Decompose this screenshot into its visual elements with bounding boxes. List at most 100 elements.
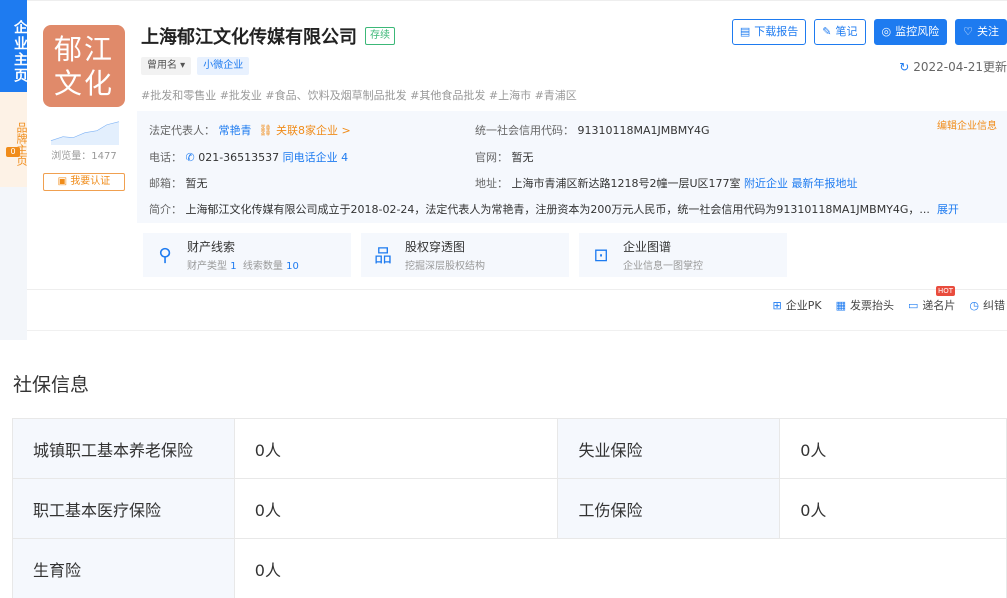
website-value: 暂无 (511, 151, 534, 164)
cell-label: 职工基本医疗保险 (12, 478, 235, 539)
legal-rep-link[interactable]: 常艳青 (219, 124, 252, 137)
notes-label: 笔记 (835, 25, 858, 38)
chevron-down-icon: ▾ (177, 60, 186, 71)
email-row: 邮箱： 暂无 (149, 175, 208, 191)
card-label: 递名片 (922, 299, 956, 312)
feature-equity-title: 股权穿透图 (405, 240, 466, 254)
hot-badge: HOT (935, 286, 956, 296)
invoice-button[interactable]: ▦ 发票抬头 (836, 297, 894, 313)
tab-brand-home[interactable]: 品牌主页 0 (0, 92, 28, 187)
feature-equity[interactable]: 品 股权穿透图 挖掘深层股权结构 (361, 233, 569, 277)
monitor-risk-label: 监控风险 (895, 25, 940, 38)
refresh-icon: ↻ (899, 60, 910, 74)
compare-icon: ⊞ (772, 298, 782, 312)
feature-assets-sub: 财产类型 1 线索数量 10 (187, 261, 299, 272)
social-insurance-table: 城镇职工基本养老保险 0人 失业保险 0人 职工基本医疗保险 0人 工伤保险 0… (12, 418, 1007, 598)
status-badge: 存续 (365, 27, 395, 45)
graph-icon: ⊡ (593, 244, 609, 266)
related-companies-link[interactable]: 关联8家企业 > (276, 124, 351, 137)
feature-assets[interactable]: ⚲ 财产线索 财产类型 1 线索数量 10 (143, 233, 351, 277)
table-row: 生育险 0人 (12, 538, 1007, 598)
follow-button[interactable]: ♡ 关注 (955, 19, 1007, 45)
tag-row: 曾用名 ▾ 小微企业 (141, 57, 250, 75)
header-actions: ▤ 下载报告 ✎ 笔记 ◎ 监控风险 ♡ 关注 (731, 19, 1007, 45)
address-row: 地址： 上海市青浦区新达路1218号2幢一层U区177室 附近企业 最新年报地址 (475, 175, 858, 191)
side-tabs: 企业主页 品牌主页 0 (0, 0, 28, 340)
heart-icon: ♡ (963, 25, 973, 38)
download-report-button[interactable]: ▤ 下载报告 (731, 19, 807, 45)
views-trend-chart (50, 121, 120, 145)
cell-value: 0人 (779, 418, 1007, 479)
cell-value: 0人 (233, 418, 559, 479)
feature-assets-title: 财产线索 (187, 240, 236, 254)
action-toolbar: ⊞ 企业PK ▦ 发票抬头 ▭ 递名片 HOT ◷ 纠错 (773, 286, 1005, 313)
industry-tags: #批发和零售业 #批发业 #食品、饮料及烟草制品批发 #其他食品批发 #上海市 … (141, 89, 577, 102)
former-name-dropdown[interactable]: 曾用名 ▾ (141, 57, 192, 75)
network-icon: ⛓ (258, 124, 273, 137)
website-key: 官网： (475, 151, 508, 164)
pk-button[interactable]: ⊞ 企业PK (773, 297, 822, 313)
email-key: 邮箱： (149, 177, 182, 190)
website-row: 官网： 暂无 (475, 149, 534, 165)
company-logo: 郁江文化 (43, 25, 125, 107)
edit-info-link[interactable]: 编辑企业信息 (937, 117, 997, 132)
cell-value: 0人 (779, 478, 1007, 539)
feature-graph-sub: 企业信息一图掌控 (623, 261, 703, 272)
claim-label: 我要认证 (70, 176, 111, 187)
claim-button[interactable]: ▣ 我要认证 (43, 173, 125, 191)
invoice-label: 发票抬头 (849, 299, 894, 312)
phone-icon: ✆ (185, 151, 195, 164)
basic-info-panel: 编辑企业信息 法定代表人： 常艳青 ⛓ 关联8家企业 > 统一社会信用代码： 9… (137, 111, 1007, 223)
address-key: 地址： (475, 177, 508, 190)
clue-icon: ⚲ (158, 244, 172, 266)
nearby-link[interactable]: 附近企业 (744, 177, 788, 190)
follow-label: 关注 (977, 25, 999, 38)
expand-link[interactable]: 展开 (937, 203, 959, 216)
card-bottom-line (27, 330, 1007, 331)
pk-label: 企业PK (785, 299, 822, 312)
document-icon: ▤ (739, 25, 751, 38)
credit-code-row: 统一社会信用代码： 91310118MA1JMBMY4G (475, 122, 710, 138)
correct-label: 纠错 (983, 299, 1005, 312)
notes-button[interactable]: ✎ 笔记 (814, 19, 866, 45)
former-name-label: 曾用名 (147, 60, 177, 71)
legal-rep-row: 法定代表人： 常艳青 ⛓ 关联8家企业 > (149, 122, 351, 138)
cell-label: 失业保险 (557, 418, 781, 479)
update-date: ↻ 2022-04-21更新 (899, 58, 1007, 75)
bell-icon: ◎ (881, 25, 892, 38)
brand-count-badge: 0 (6, 147, 20, 157)
card-button[interactable]: ▭ 递名片 HOT (908, 286, 956, 313)
cell-value: 0人 (233, 538, 1007, 598)
cell-label: 工伤保险 (557, 478, 781, 539)
claim-icon: ▣ (57, 176, 71, 187)
phone-row: 电话： ✆ 021-36513537 同电话企业 4 (149, 149, 348, 165)
table-row: 职工基本医疗保险 0人 工伤保险 0人 (12, 478, 1007, 539)
feature-equity-sub: 挖掘深层股权结构 (405, 261, 485, 272)
intro-row: 简介： 上海郁江文化传媒有限公司成立于2018-02-24，法定代表人为常艳青，… (149, 201, 959, 217)
phone-value: 021-36513537 (198, 151, 280, 164)
feature-graph-title: 企业图谱 (623, 240, 672, 254)
feature-graph[interactable]: ⊡ 企业图谱 企业信息一图掌控 (579, 233, 787, 277)
cell-value: 0人 (233, 478, 559, 539)
intro-value: 上海郁江文化传媒有限公司成立于2018-02-24，法定代表人为常艳青，注册资本… (185, 203, 930, 216)
annual-address-link[interactable]: 最新年报地址 (792, 177, 858, 190)
same-phone-link[interactable]: 同电话企业 4 (283, 151, 349, 164)
divider (27, 289, 1007, 290)
legal-rep-key: 法定代表人： (149, 124, 215, 137)
tab-company-home[interactable]: 企业主页 (0, 0, 28, 92)
update-label: 2022-04-21更新 (913, 60, 1007, 74)
invoice-icon: ▦ (835, 298, 846, 312)
cell-label: 城镇职工基本养老保险 (12, 418, 235, 479)
monitor-risk-button[interactable]: ◎ 监控风险 (873, 19, 948, 45)
email-value: 暂无 (185, 177, 208, 190)
table-row: 城镇职工基本养老保险 0人 失业保险 0人 (12, 418, 1007, 479)
correct-button[interactable]: ◷ 纠错 (969, 297, 1005, 313)
credit-code-key: 统一社会信用代码： (475, 124, 574, 137)
company-header-card: 郁江文化 浏览量：1477 ▣ 我要认证 上海郁江文化传媒有限公司 存续 ▤ 下载… (27, 0, 1007, 340)
size-tag: 小微企业 (197, 57, 250, 75)
cell-label: 生育险 (12, 538, 235, 598)
phone-key: 电话： (149, 151, 182, 164)
views-count: 浏览量：1477 (51, 151, 117, 162)
section-title: 社保信息 (13, 374, 90, 396)
edit-icon: ✎ (822, 25, 832, 38)
